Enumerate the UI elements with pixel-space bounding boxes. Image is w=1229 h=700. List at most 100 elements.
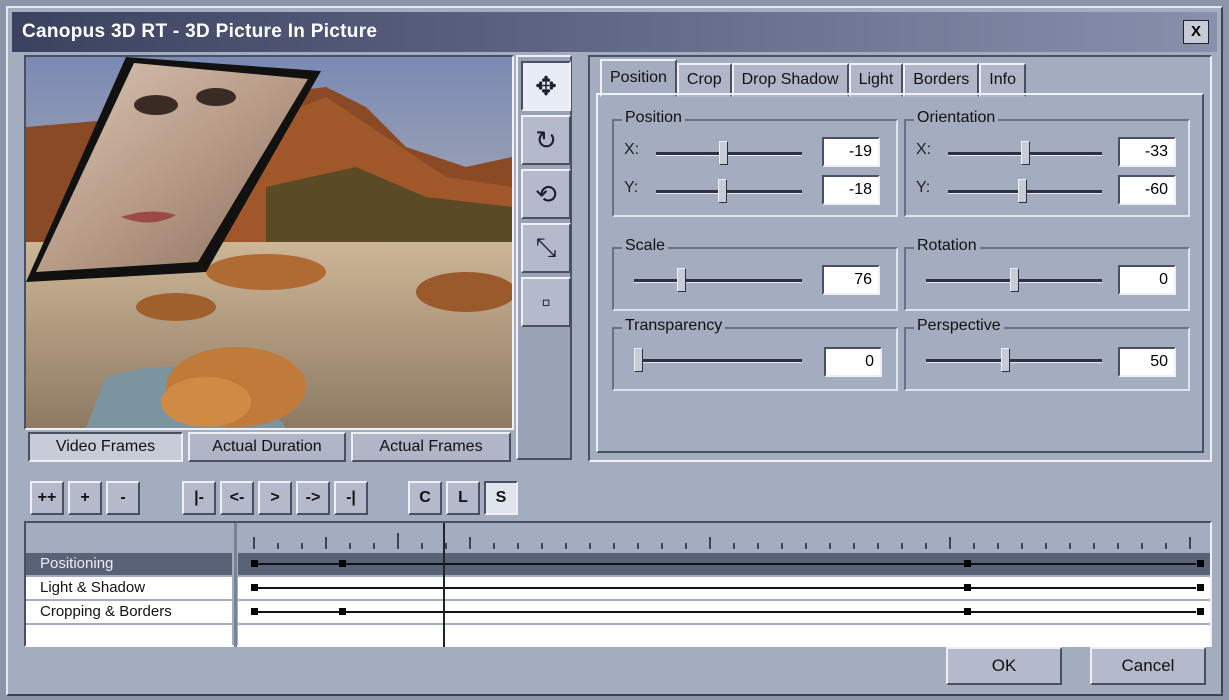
tab-position[interactable]: Position <box>600 59 677 97</box>
transparency-slider-track[interactable] <box>634 359 802 363</box>
blank-square-icon: ▫ <box>541 286 551 317</box>
previous-keyframe-button[interactable]: <- <box>220 481 254 515</box>
track-label-empty <box>26 625 232 647</box>
perspective-input[interactable]: 50 <box>1118 347 1176 377</box>
position-x-input[interactable]: -19 <box>822 137 880 167</box>
delete-keyframe-button[interactable]: - <box>106 481 140 515</box>
close-button[interactable]: X <box>1183 20 1209 44</box>
go-to-start-button[interactable]: |- <box>182 481 216 515</box>
perspective-group-label: Perspective <box>914 317 1004 335</box>
cancel-button[interactable]: Cancel <box>1090 647 1206 685</box>
track-row-light-shadow[interactable] <box>238 577 1210 599</box>
position-y-slider-thumb[interactable] <box>717 179 727 203</box>
perspective-slider-thumb[interactable] <box>1001 348 1011 372</box>
keyframe-marker[interactable] <box>964 584 972 591</box>
orientation-group: Orientation X: -33 Y: -60 <box>904 109 1190 217</box>
track-line <box>254 563 1196 565</box>
orientation-x-label: X: <box>916 141 932 158</box>
preview-image <box>26 57 512 428</box>
scale-input[interactable]: 76 <box>822 265 880 295</box>
actual-duration-button[interactable]: Actual Duration <box>188 432 346 462</box>
tab-crop[interactable]: Crop <box>676 63 732 97</box>
track-label-light-shadow[interactable]: Light & Shadow <box>26 577 232 599</box>
track-row-positioning[interactable] <box>238 553 1210 575</box>
tool-strip: ✥ ↻ ⟲ ⤡ ▫ <box>516 55 572 460</box>
scale-group-label: Scale <box>622 237 669 255</box>
rotate-3d-icon: ↻ <box>535 124 557 155</box>
orientation-y-label: Y: <box>916 179 931 196</box>
go-to-end-button[interactable]: -| <box>334 481 368 515</box>
scale-slider-track[interactable] <box>634 279 802 283</box>
perspective-slider-track[interactable] <box>926 359 1102 363</box>
playhead[interactable] <box>443 523 446 647</box>
keyframe-marker[interactable] <box>338 608 346 615</box>
ok-button[interactable]: OK <box>946 647 1062 685</box>
video-frames-button[interactable]: Video Frames <box>28 432 183 462</box>
position-y-input[interactable]: -18 <box>822 175 880 205</box>
keyframe-marker[interactable] <box>1197 584 1204 591</box>
position-group-label: Position <box>622 109 685 127</box>
keyframe-marker[interactable] <box>338 560 346 567</box>
position-x-slider-thumb[interactable] <box>719 141 729 165</box>
reset-tool-button[interactable]: ▫ <box>521 277 571 327</box>
transparency-input[interactable]: 0 <box>824 347 882 377</box>
add-keyframe-button[interactable]: + <box>68 481 102 515</box>
track-label-positioning[interactable]: Positioning <box>26 553 232 575</box>
timeline: Positioning Light & Shadow Cropping & Bo… <box>24 521 1212 647</box>
timeline-ruler[interactable] <box>238 523 1210 551</box>
rotate-3d-tool-button[interactable]: ↻ <box>521 115 571 165</box>
keyframe-marker[interactable] <box>964 608 972 615</box>
tab-light[interactable]: Light <box>848 63 904 97</box>
scale-slider-thumb[interactable] <box>676 268 686 292</box>
track-line <box>254 611 1196 613</box>
tab-borders[interactable]: Borders <box>903 63 980 97</box>
preview-viewport[interactable] <box>24 55 514 430</box>
keyframe-marker[interactable] <box>251 608 258 615</box>
copy-s-button[interactable]: S <box>484 481 518 515</box>
actual-frames-button[interactable]: Actual Frames <box>351 432 511 462</box>
orientation-x-input[interactable]: -33 <box>1118 137 1176 167</box>
track-row-cropping-borders[interactable] <box>238 601 1210 623</box>
orientation-y-input[interactable]: -60 <box>1118 175 1176 205</box>
orientation-x-slider-thumb[interactable] <box>1020 141 1030 165</box>
track-label-cropping-borders[interactable]: Cropping & Borders <box>26 601 232 623</box>
perspective-group: Perspective 50 <box>904 317 1190 391</box>
scale-tool-button[interactable]: ⤡ <box>521 223 571 273</box>
property-panel: Position Crop Drop Shadow Light Borders … <box>588 55 1212 462</box>
position-x-label: X: <box>624 141 640 158</box>
rotate-2d-tool-button[interactable]: ⟲ <box>521 169 571 219</box>
window-title: Canopus 3D RT - 3D Picture In Picture <box>22 21 378 42</box>
keyframe-marker[interactable] <box>964 560 972 567</box>
keyframe-marker[interactable] <box>1197 560 1204 567</box>
tab-drop-shadow[interactable]: Drop Shadow <box>731 63 849 97</box>
rotation-input[interactable]: 0 <box>1118 265 1176 295</box>
rotation-group-label: Rotation <box>914 237 980 255</box>
add-all-keyframes-button[interactable]: ++ <box>30 481 64 515</box>
rotation-slider-thumb[interactable] <box>1009 268 1019 292</box>
position-x-slider-track[interactable] <box>656 152 802 156</box>
position-group: Position X: -19 Y: -18 <box>612 109 898 217</box>
track-row-empty <box>238 625 1210 647</box>
tab-info[interactable]: Info <box>979 63 1026 97</box>
copy-c-button[interactable]: C <box>408 481 442 515</box>
orientation-group-label: Orientation <box>914 109 999 127</box>
scale-group: Scale 76 <box>612 237 898 311</box>
tab-bar: Position Crop Drop Shadow Light Borders … <box>600 59 1026 97</box>
orientation-y-slider-thumb[interactable] <box>1017 179 1027 203</box>
title-bar[interactable]: Canopus 3D RT - 3D Picture In Picture X <box>12 12 1217 52</box>
keyframe-marker[interactable] <box>251 560 258 567</box>
transparency-slider-thumb[interactable] <box>634 348 643 372</box>
transparency-group: Transparency 0 <box>612 317 898 391</box>
next-keyframe-button[interactable]: -> <box>296 481 330 515</box>
copy-l-button[interactable]: L <box>446 481 480 515</box>
keyframe-marker[interactable] <box>1197 608 1204 615</box>
move-tool-button[interactable]: ✥ <box>521 61 571 111</box>
rotate-2d-icon: ⟲ <box>535 178 557 209</box>
scale-icon: ⤡ <box>535 232 557 262</box>
timeline-divider[interactable] <box>234 523 237 647</box>
play-button[interactable]: > <box>258 481 292 515</box>
position-tab-body: Position X: -19 Y: -18 Orientation X: -3… <box>596 93 1204 453</box>
position-y-slider-track[interactable] <box>656 190 802 194</box>
keyframe-marker[interactable] <box>251 584 258 591</box>
position-y-label: Y: <box>624 179 639 196</box>
